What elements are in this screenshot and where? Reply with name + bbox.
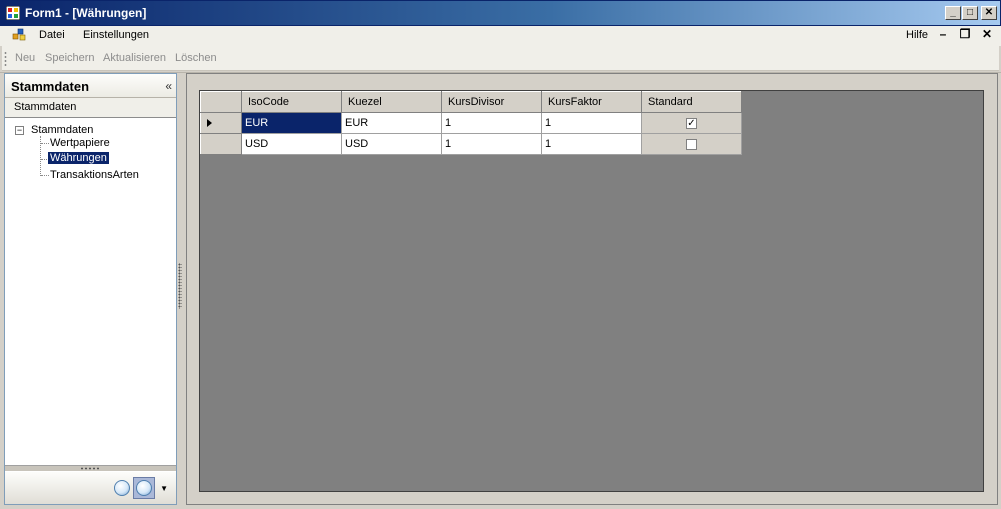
table-row[interactable]: USD USD 1 1 — [200, 133, 742, 155]
sidebar-header: Stammdaten « — [5, 74, 176, 98]
cell-isocode[interactable]: USD — [241, 133, 342, 155]
current-row-icon — [207, 119, 212, 127]
maximize-button[interactable]: □ — [962, 6, 978, 20]
delete-button[interactable]: Löschen — [175, 52, 217, 64]
data-grid[interactable]: IsoCode Kuezel KursDivisor KursFaktor St… — [199, 90, 984, 492]
title-bar[interactable]: Form1 - [Währungen] _ □ ✕ — [0, 0, 1001, 26]
table-row[interactable]: EUR EUR 1 1 ✓ — [200, 112, 742, 134]
tree-connector — [41, 175, 49, 176]
table-header-row: IsoCode Kuezel KursDivisor KursFaktor St… — [200, 91, 742, 113]
column-header-isocode[interactable]: IsoCode — [241, 91, 342, 113]
close-button[interactable]: ✕ — [981, 6, 997, 20]
column-header-kursfaktor[interactable]: KursFaktor — [541, 91, 642, 113]
client-area: Stammdaten « Stammdaten − Stammdaten Wer… — [0, 72, 1001, 509]
sidebar-splitter[interactable] — [5, 465, 176, 471]
column-header-standard[interactable]: Standard — [641, 91, 742, 113]
tree-connector — [41, 143, 49, 144]
vertical-splitter[interactable] — [178, 263, 182, 309]
toolbar: Neu Speichern Aktualisieren Löschen — [2, 46, 999, 71]
row-header-corner — [200, 91, 242, 113]
navigation-sidebar: Stammdaten « Stammdaten − Stammdaten Wer… — [4, 73, 177, 505]
cell-kuezel[interactable]: EUR — [341, 112, 442, 134]
sidebar-section-label: Stammdaten — [14, 101, 77, 113]
mdi-child-icon[interactable] — [12, 28, 28, 42]
cell-kuezel[interactable]: USD — [341, 133, 442, 155]
tree-view[interactable]: − Stammdaten Wertpapiere Währungen Trans… — [5, 120, 176, 464]
standard-checkbox[interactable]: ✓ — [686, 117, 697, 129]
menu-datei[interactable]: Datei — [39, 29, 65, 41]
tree-connector — [40, 136, 41, 176]
main-panel: IsoCode Kuezel KursDivisor KursFaktor St… — [186, 73, 998, 505]
sidebar-footer: ▼ — [5, 472, 176, 504]
menu-hilfe[interactable]: Hilfe — [906, 29, 928, 41]
cell-kursfaktor[interactable]: 1 — [541, 133, 642, 155]
toolbar-grip[interactable] — [4, 51, 7, 66]
grip-dots — [80, 467, 100, 470]
sidebar-section-header[interactable]: Stammdaten — [5, 98, 176, 118]
cell-standard[interactable] — [641, 133, 742, 155]
cell-kursdivisor[interactable]: 1 — [441, 133, 542, 155]
save-button[interactable]: Speichern — [45, 52, 95, 64]
row-header[interactable] — [200, 133, 242, 155]
mdi-restore-button[interactable]: ❐ — [957, 27, 973, 41]
collapse-icon[interactable]: « — [165, 79, 172, 93]
column-header-kuezel[interactable]: Kuezel — [341, 91, 442, 113]
sidebar-title: Stammdaten — [11, 79, 90, 94]
menu-einstellungen[interactable]: Einstellungen — [83, 29, 149, 41]
cell-kursfaktor[interactable]: 1 — [541, 112, 642, 134]
mdi-minimize-button[interactable]: – — [935, 27, 951, 41]
menu-bar: Datei Einstellungen Hilfe – ❐ ✕ — [0, 26, 1001, 46]
nav-pane-button-active[interactable] — [136, 480, 152, 496]
refresh-button[interactable]: Aktualisieren — [103, 52, 166, 64]
minimize-button[interactable]: _ — [945, 6, 961, 20]
mdi-close-button[interactable]: ✕ — [979, 27, 995, 41]
tree-node-transaktionsarten[interactable]: TransaktionsArten — [50, 169, 139, 181]
window-title: Form1 - [Währungen] — [25, 6, 147, 20]
nav-pane-button[interactable] — [114, 480, 130, 496]
row-header[interactable] — [200, 112, 242, 134]
tree-node-stammdaten[interactable]: Stammdaten — [31, 124, 93, 136]
new-button[interactable]: Neu — [15, 52, 35, 64]
cell-kursdivisor[interactable]: 1 — [441, 112, 542, 134]
app-icon — [6, 6, 20, 20]
standard-checkbox[interactable] — [686, 138, 697, 150]
tree-node-waehrungen[interactable]: Währungen — [48, 152, 109, 164]
currency-table: IsoCode Kuezel KursDivisor KursFaktor St… — [200, 91, 742, 155]
cell-standard[interactable]: ✓ — [641, 112, 742, 134]
column-header-kursdivisor[interactable]: KursDivisor — [441, 91, 542, 113]
cell-isocode[interactable]: EUR — [241, 112, 342, 134]
tree-node-wertpapiere[interactable]: Wertpapiere — [50, 137, 110, 149]
collapse-node-icon[interactable]: − — [15, 126, 24, 135]
chevron-down-icon[interactable]: ▼ — [160, 484, 168, 493]
